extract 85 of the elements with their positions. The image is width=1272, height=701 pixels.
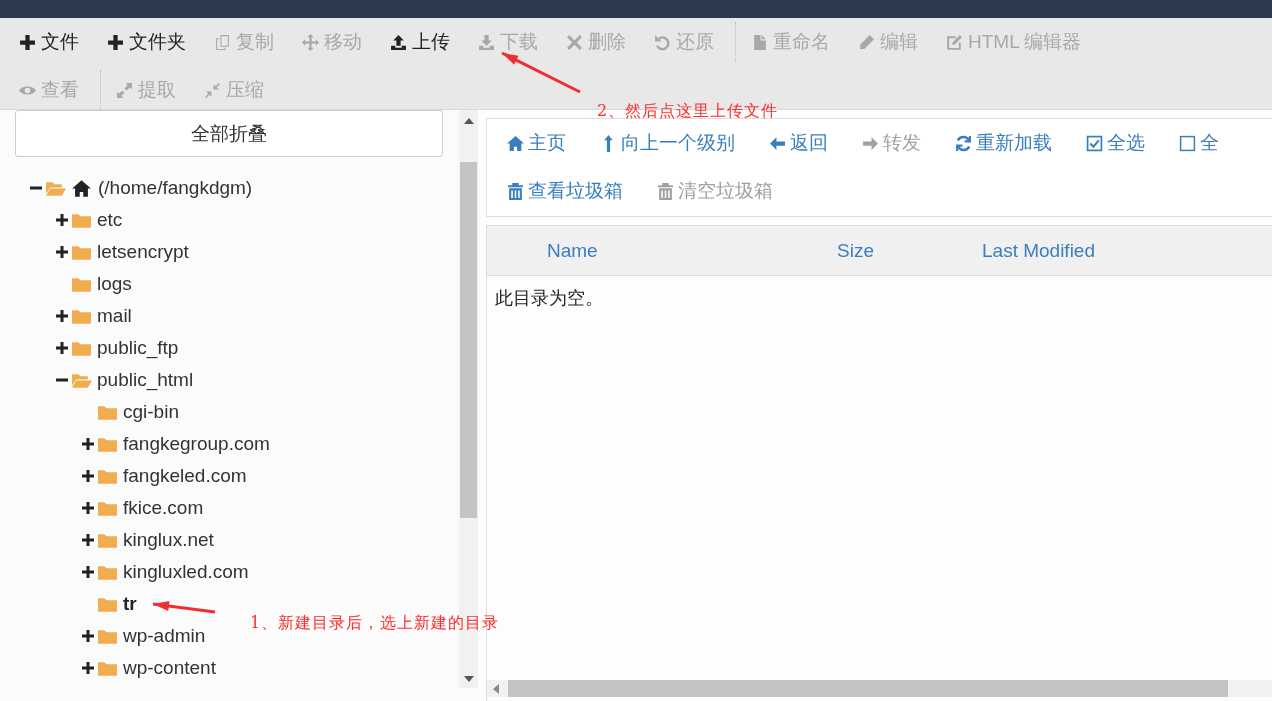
undo-icon xyxy=(654,33,671,51)
column-header[interactable]: Last Modified xyxy=(982,239,1095,262)
column-header[interactable]: Size xyxy=(837,239,874,262)
folder-icon xyxy=(97,435,118,453)
plus-icon[interactable] xyxy=(81,469,95,483)
folder-icon xyxy=(97,467,118,485)
expand-icon xyxy=(116,81,133,99)
folder-icon xyxy=(97,499,118,517)
folder-name[interactable]: public_ftp xyxy=(97,337,179,359)
navigation-button[interactable]: 向上一个级别 xyxy=(600,130,735,156)
plus-icon[interactable] xyxy=(81,501,95,515)
compress-icon xyxy=(204,81,221,99)
folder-icon xyxy=(71,339,92,357)
pencil-icon xyxy=(858,33,875,51)
plus-icon[interactable] xyxy=(81,565,95,579)
folder-icon xyxy=(71,307,92,325)
download-icon xyxy=(478,33,495,51)
column-header[interactable]: Name xyxy=(547,239,598,262)
plus-icon[interactable] xyxy=(81,437,95,451)
plus-icon[interactable] xyxy=(55,341,69,355)
horizontal-scrollbar[interactable] xyxy=(487,680,1272,697)
scroll-up-icon[interactable] xyxy=(463,118,474,124)
folder-icon xyxy=(71,243,92,261)
folder-name[interactable]: kingluxled.com xyxy=(123,561,249,583)
x-icon xyxy=(566,33,583,51)
annotation-arrow xyxy=(152,601,216,614)
collapse-all-button[interactable]: 全部折叠 xyxy=(15,110,443,157)
refresh-icon xyxy=(955,134,972,152)
copy-icon xyxy=(214,33,231,51)
folder-icon xyxy=(97,627,118,645)
navigation-button[interactable]: 重新加载 xyxy=(955,130,1052,156)
folder-name[interactable]: mail xyxy=(97,305,132,327)
folder-name[interactable]: wp-content xyxy=(123,657,216,679)
scroll-down-icon[interactable] xyxy=(463,676,474,682)
toolbar-button[interactable]: 文件夹 xyxy=(96,23,197,61)
folder-icon xyxy=(97,563,118,581)
folder-name[interactable]: logs xyxy=(97,273,132,295)
empty-message: 此目录为空。 xyxy=(495,288,603,308)
trash-icon xyxy=(507,182,524,200)
annotation-text: 1、新建目录后，选上新建的目录 xyxy=(250,613,500,634)
folder-icon xyxy=(71,211,92,229)
toolbar-button[interactable]: 文件 xyxy=(8,23,90,61)
folder-name[interactable]: tr xyxy=(123,593,137,615)
folder-name[interactable]: letsencrypt xyxy=(97,241,189,263)
move-icon xyxy=(302,33,319,51)
plus-icon[interactable] xyxy=(81,629,95,643)
navigation-button[interactable]: 全选 xyxy=(1086,130,1145,156)
folder-icon xyxy=(97,595,118,613)
folder-name[interactable]: kinglux.net xyxy=(123,529,214,551)
folder-name[interactable]: wp-admin xyxy=(123,625,206,647)
folder-icon xyxy=(97,659,118,677)
plus-icon[interactable] xyxy=(81,533,95,547)
edit-icon xyxy=(946,33,963,51)
navigation-button[interactable]: 返回 xyxy=(769,130,828,156)
folder-icon xyxy=(97,403,118,421)
plus-icon xyxy=(107,33,124,51)
folder-name[interactable]: fangkegroup.com xyxy=(123,433,270,455)
checked-box-icon xyxy=(1086,134,1103,152)
navigation-button[interactable]: 主页 xyxy=(507,130,566,156)
trash-icon xyxy=(657,182,674,200)
scroll-left-icon[interactable] xyxy=(493,683,499,694)
folder-icon xyxy=(71,275,92,293)
plus-icon[interactable] xyxy=(55,309,69,323)
open-folder-icon xyxy=(45,179,66,197)
folder-name[interactable]: fangkeled.com xyxy=(123,465,247,487)
upload-icon xyxy=(390,33,407,51)
toolbar-button[interactable]: 上传 xyxy=(379,23,461,61)
folder-name[interactable]: (/home/fangkdgm) xyxy=(98,177,253,199)
plus-icon[interactable] xyxy=(55,213,69,227)
folder-icon xyxy=(97,531,118,549)
navigation-button[interactable]: 全 xyxy=(1179,130,1219,156)
folder-name[interactable]: etc xyxy=(97,209,123,231)
plus-icon xyxy=(19,33,36,51)
navigation-button[interactable]: 查看垃圾箱 xyxy=(507,178,623,204)
folder-name[interactable]: cgi-bin xyxy=(123,401,179,423)
home-icon xyxy=(507,134,524,152)
open-folder-icon xyxy=(71,371,92,389)
folder-name[interactable]: public_html xyxy=(97,369,194,391)
file-icon xyxy=(751,33,768,51)
home-icon xyxy=(71,178,92,198)
checkbox-icon xyxy=(1179,134,1196,152)
folder-name[interactable]: fkice.com xyxy=(123,497,204,519)
plus-icon[interactable] xyxy=(55,245,69,259)
annotation-text: 2、然后点这里上传文件 xyxy=(597,101,779,122)
plus-icon[interactable] xyxy=(81,661,95,675)
